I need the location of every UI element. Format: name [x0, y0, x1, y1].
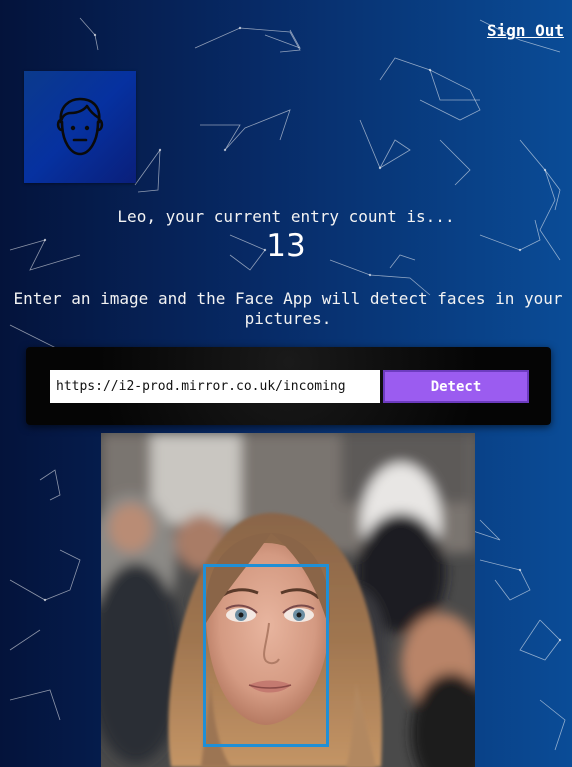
app-logo: [24, 71, 136, 183]
result-photo: [101, 433, 475, 767]
face-outline-icon: [56, 97, 104, 156]
image-link-form: Detect: [26, 347, 551, 425]
entry-count-message: Leo, your current entry count is...: [117, 207, 455, 226]
image-url-input[interactable]: [50, 370, 380, 403]
detected-face-box: [203, 564, 329, 747]
detect-button[interactable]: Detect: [383, 370, 529, 403]
sign-out-link[interactable]: Sign Out: [487, 21, 564, 40]
intro-text: Enter an image and the Face App will det…: [13, 289, 563, 328]
entry-count-value: 13: [266, 228, 306, 264]
